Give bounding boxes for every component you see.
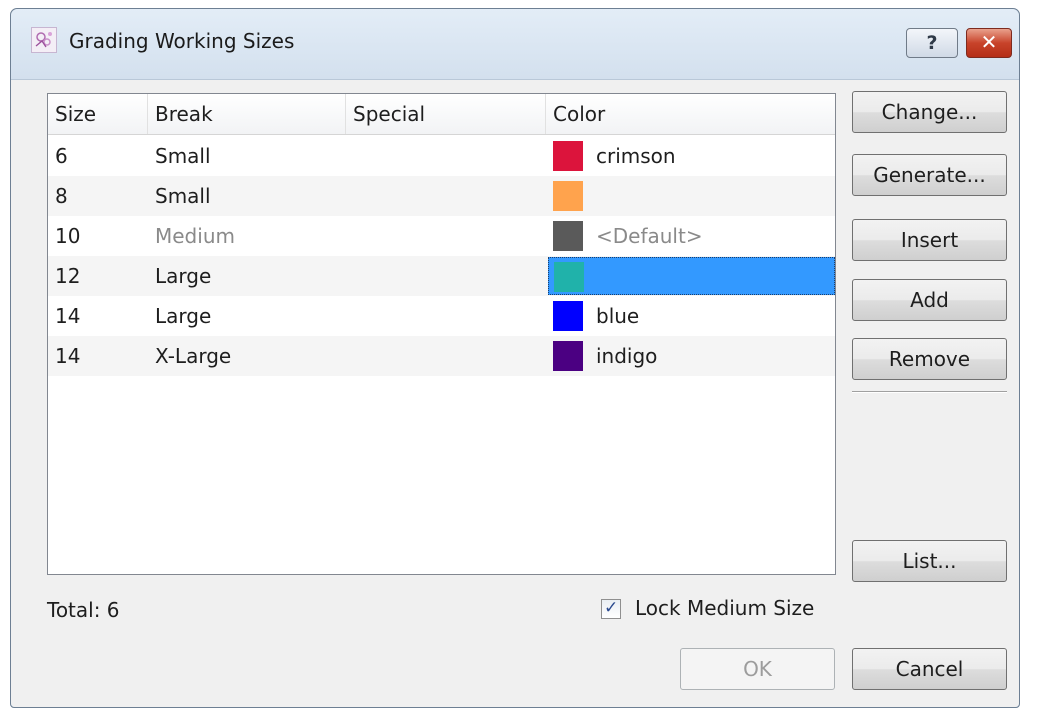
color-swatch [553,181,583,211]
size-cell: 6 [55,144,68,168]
special-cell [346,296,353,336]
break-cell: Medium [155,224,235,248]
special-cell [346,256,353,296]
check-icon: ✓ [604,598,619,618]
close-button[interactable]: ✕ [966,28,1012,58]
lock-medium-size-label[interactable]: Lock Medium Size [635,596,814,620]
size-cell: 14 [55,304,81,328]
generate-button[interactable]: Generate... [852,154,1007,196]
size-cell: 14 [55,344,81,368]
color-cell: blue [546,296,835,336]
button-separator [852,391,1007,393]
break-cell: Large [155,264,212,288]
sizes-table[interactable]: Size Break Special Color 6 Small crimson… [47,93,836,575]
color-cell: <Default> [546,216,835,256]
table-row[interactable]: 14 X-Large indigo [48,336,835,376]
color-name: blue [596,304,640,328]
table-row-selected[interactable]: 12 Large [48,256,835,296]
help-button[interactable]: ? [906,28,958,58]
color-swatch [553,341,583,371]
special-cell [346,176,353,216]
color-name: indigo [596,344,658,368]
special-cell [346,336,353,376]
color-swatch [553,141,583,171]
add-button[interactable]: Add [852,279,1007,321]
size-cell: 10 [55,224,81,248]
table-header: Size Break Special Color [48,94,835,135]
table-row[interactable]: 10 Medium <Default> [48,216,835,256]
table-row[interactable]: 14 Large blue [48,296,835,336]
window-title: Grading Working Sizes [69,29,295,53]
color-cell: crimson [546,136,835,176]
color-swatch [553,221,583,251]
special-cell [346,216,353,256]
column-header-size[interactable]: Size [48,94,148,134]
color-name: crimson [596,144,676,168]
color-swatch [553,301,583,331]
column-header-color[interactable]: Color [546,94,835,134]
total-count: Total: 6 [47,598,120,622]
selected-color-cell[interactable] [548,257,835,295]
color-swatch [554,262,584,292]
break-cell: Small [155,144,211,168]
dialog-window: Grading Working Sizes ? ✕ Size Break Spe… [10,8,1020,708]
special-cell [346,136,353,176]
table-row[interactable]: 8 Small [48,176,835,216]
change-button[interactable]: Change... [852,91,1007,133]
break-cell: Large [155,304,212,328]
column-header-special[interactable]: Special [346,94,546,134]
color-name: <Default> [596,224,703,248]
remove-button[interactable]: Remove [852,338,1007,380]
table-row[interactable]: 6 Small crimson [48,136,835,176]
dialog-client-area: Size Break Special Color 6 Small crimson… [11,79,1019,707]
title-bar: Grading Working Sizes ? ✕ [11,9,1019,79]
color-cell: indigo [546,336,835,376]
ok-button[interactable]: OK [680,648,835,690]
size-cell: 8 [55,184,68,208]
insert-button[interactable]: Insert [852,219,1007,261]
size-cell: 12 [55,264,81,288]
column-header-break[interactable]: Break [148,94,346,134]
break-cell: X-Large [155,344,232,368]
app-icon [31,27,57,53]
color-cell [546,176,835,216]
list-button[interactable]: List... [852,540,1007,582]
break-cell: Small [155,184,211,208]
cancel-button[interactable]: Cancel [852,648,1007,690]
lock-medium-size-checkbox[interactable]: ✓ [601,598,621,619]
